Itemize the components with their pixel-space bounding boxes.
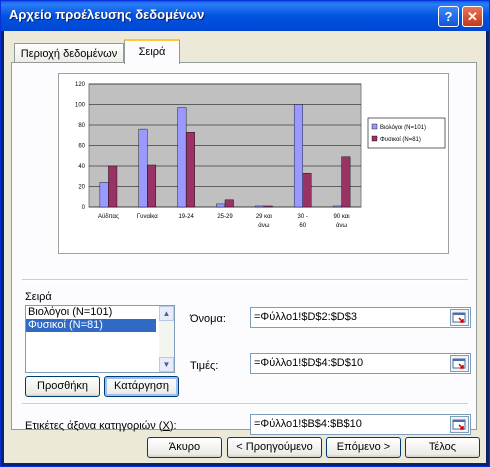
category-axis-label: Ετικέτες άξονα κατηγοριών (X): — [25, 420, 177, 432]
x-tick-label: 30 - — [298, 214, 308, 220]
tab-series[interactable]: Σειρά — [124, 39, 180, 64]
finish-button[interactable]: Τέλος — [405, 437, 480, 458]
legend-swatch — [371, 135, 378, 142]
tab-panel: 0 20 40 60 80 100 120 Αϋδπας Γυναίκα 19-24 25-29 29… — [11, 62, 477, 435]
values-field[interactable]: =Φύλλο1!$D$4:$D$10 — [250, 353, 471, 374]
x-tick-label: Αϋδπας — [98, 214, 119, 220]
name-field[interactable]: =Φύλλο1!$D$2:$D$3 — [250, 307, 471, 328]
series-listbox[interactable]: Βιολόγοι (N=101) Φυσικοί (N=81) ▲ ▼ — [25, 305, 175, 373]
collapse-dialog-icon[interactable] — [450, 309, 469, 326]
cancel-button[interactable]: Άκυρο — [147, 437, 222, 458]
bar — [147, 164, 157, 208]
dialog-body: Περιοχή δεδομένων Σειρά 0 20 40 60 80 100 120 Α… — [4, 31, 486, 463]
bar — [341, 156, 351, 208]
close-button[interactable]: ✕ — [462, 6, 483, 27]
series-section-label: Σειρά — [25, 291, 52, 303]
bar — [263, 205, 273, 208]
y-tick-label: 120 — [75, 82, 86, 88]
add-series-button[interactable]: Προσθήκη — [25, 376, 100, 397]
dialog-title: Αρχείο προέλευσης δεδομένων — [9, 7, 205, 22]
x-tick-label: 29 και — [256, 214, 273, 220]
category-label-text: Ετικέτες άξονα κατηγοριών ( — [25, 420, 163, 432]
list-item[interactable]: Βιολόγοι (N=101) — [26, 306, 156, 319]
x-tick-label: άνω — [336, 222, 347, 229]
legend-swatch — [371, 123, 378, 130]
values-value: =Φύλλο1!$D$4:$D$10 — [254, 357, 364, 369]
bar — [99, 182, 109, 208]
bar — [108, 165, 118, 208]
values-label: Τιμές: — [190, 360, 219, 372]
bar — [332, 205, 342, 208]
legend-label: Βιολόγοι (N=101) — [380, 124, 426, 131]
chart-preview: 0 20 40 60 80 100 120 Αϋδπας Γυναίκα 19-24 25-29 29… — [58, 73, 449, 254]
scroll-down-icon[interactable]: ▼ — [159, 357, 174, 372]
separator — [22, 279, 468, 281]
bar — [302, 172, 312, 208]
back-button[interactable]: < Προηγούμενο — [227, 437, 322, 458]
next-button[interactable]: Επόμενο > — [326, 437, 401, 458]
bar — [138, 128, 148, 208]
x-tick-label: 25-29 — [217, 214, 233, 220]
bar — [185, 131, 195, 208]
name-label: Όνομα: — [190, 313, 226, 325]
legend-box — [367, 117, 446, 149]
y-tick-label: 40 — [78, 164, 85, 170]
list-item-selected[interactable]: Φυσικοί (N=81) — [26, 319, 156, 332]
category-field[interactable]: =Φύλλο1!$B$4:$B$10 — [250, 414, 471, 435]
scroll-up-icon[interactable]: ▲ — [159, 306, 174, 321]
collapse-dialog-icon[interactable] — [450, 355, 469, 372]
x-tick-label: 60 — [299, 223, 306, 229]
bar — [224, 199, 234, 208]
legend-label: Φυσικοί (N=81) — [380, 137, 421, 143]
y-tick-label: 20 — [78, 185, 85, 191]
category-label-accesskey: X — [162, 420, 170, 432]
name-value: =Φύλλο1!$D$2:$D$3 — [254, 311, 357, 323]
y-tick-label: 80 — [78, 123, 85, 129]
help-button[interactable]: ? — [438, 6, 459, 27]
y-tick-label: 0 — [82, 205, 86, 211]
title-bar[interactable]: Αρχείο προέλευσης δεδομένων ? ✕ — [1, 1, 489, 31]
bar — [177, 107, 187, 208]
y-tick-label: 100 — [75, 103, 86, 109]
x-tick-label: 90 και — [334, 214, 351, 220]
collapse-dialog-icon[interactable] — [450, 416, 469, 433]
bar — [216, 203, 226, 208]
dialog-window: Αρχείο προέλευσης δεδομένων ? ✕ Περιοχή … — [0, 0, 490, 467]
x-tick-label: Γυναίκα — [137, 214, 158, 220]
y-tick-label: 60 — [78, 144, 85, 150]
category-value: =Φύλλο1!$B$4:$B$10 — [254, 418, 362, 430]
category-label-suffix: ): — [169, 420, 177, 432]
chart-svg: 0 20 40 60 80 100 120 Αϋδπας Γυναίκα 19-24 25-29 29… — [75, 82, 446, 229]
listbox-scrollbar[interactable]: ▲ ▼ — [159, 306, 174, 372]
separator — [22, 403, 468, 405]
x-tick-label: άνω — [258, 222, 269, 229]
tab-data-range[interactable]: Περιοχή δεδομένων — [14, 43, 124, 63]
bar — [293, 104, 303, 208]
x-tick-label: 19-24 — [178, 214, 194, 220]
bar — [255, 205, 265, 208]
remove-series-button[interactable]: Κατάργηση — [104, 376, 179, 397]
